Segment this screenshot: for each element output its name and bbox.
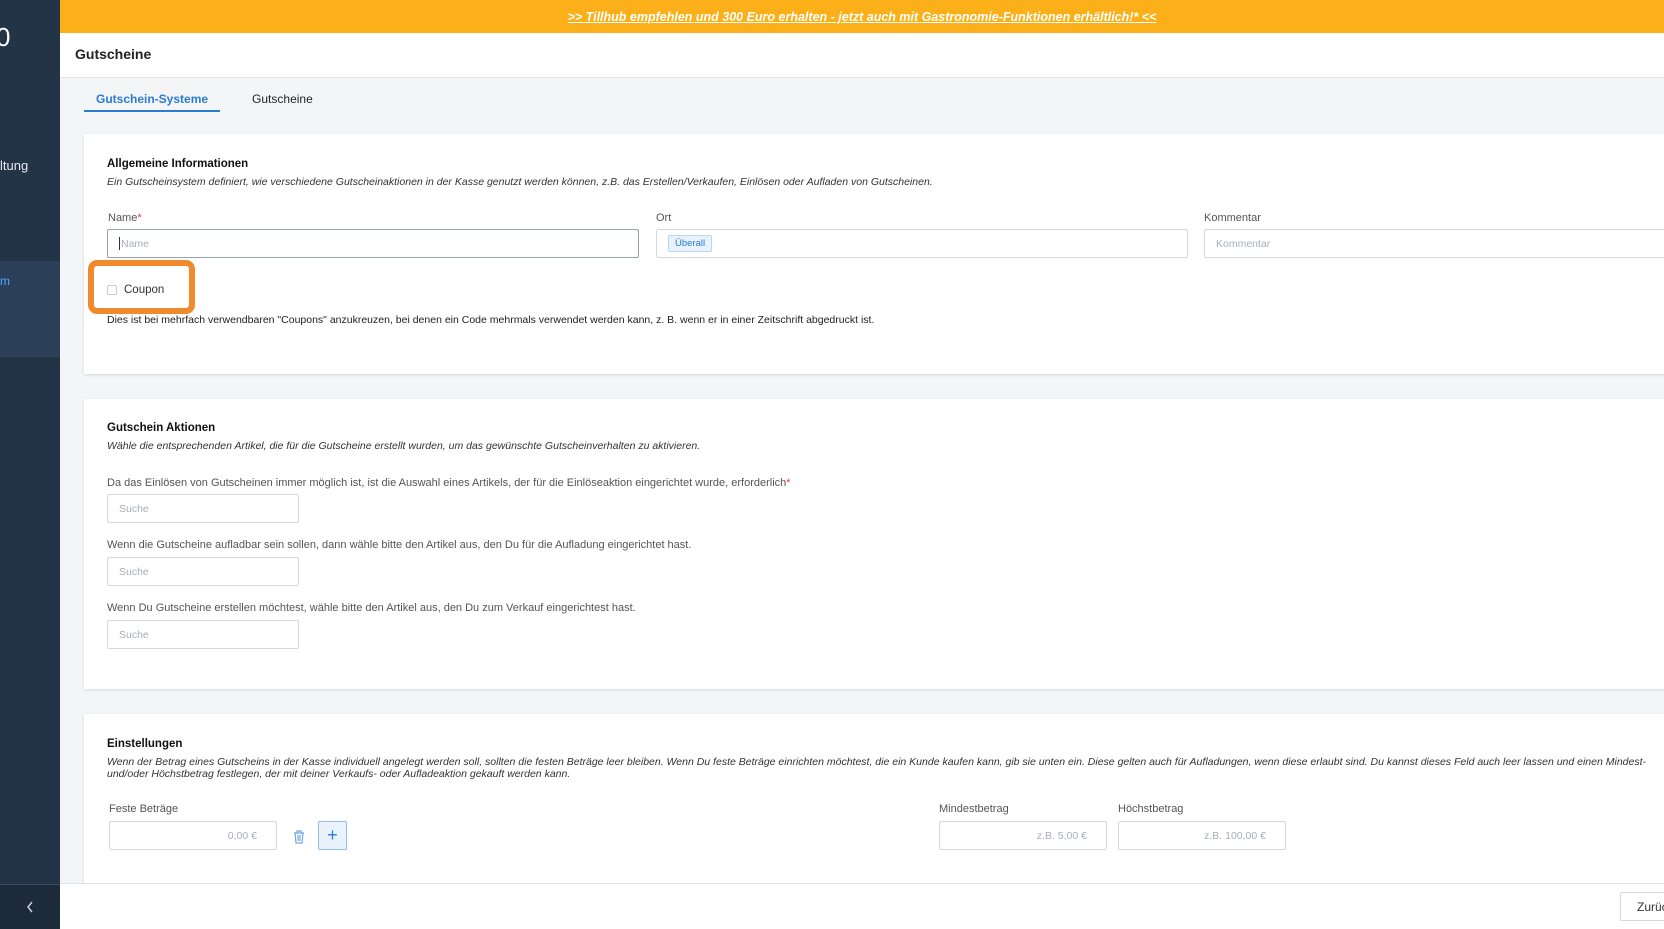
settings-card: Einstellungen Wenn der Betrag eines Guts… [84,714,1664,884]
general-info-title: Allgemeine Informationen [107,158,249,170]
voucher-actions-card: Gutschein Aktionen Wähle die entsprechen… [84,399,1664,689]
add-amount-button[interactable]: + [318,821,347,850]
tab-voucher-systems[interactable]: Gutschein-Systeme [84,88,221,112]
fixed-amounts-label: Feste Beträge [109,803,179,815]
sidebar: 0 ltung m [0,0,60,929]
trash-icon[interactable] [291,828,307,844]
page-footer: Zurück [60,883,1664,929]
promo-banner: >> Tillhub empfehlen und 300 Euro erhalt… [60,0,1664,33]
location-select[interactable]: Überall [656,229,1188,258]
topup-label: Wenn die Gutscheine aufladbar sein solle… [107,539,692,551]
page-header: Gutscheine ( [60,33,1664,78]
topup-article-search[interactable]: Suche [107,557,299,586]
name-input[interactable]: Name [107,229,639,258]
settings-title: Einstellungen [107,738,183,750]
sidebar-active-item-label: m [0,274,10,288]
name-label: Name* [108,212,142,224]
general-info-description: Ein Gutscheinsystem definiert, wie versc… [107,176,933,188]
tab-bar: Gutschein-Systeme Gutscheine [84,88,325,112]
tab-vouchers[interactable]: Gutscheine [240,88,325,112]
back-button[interactable]: Zurück [1620,892,1664,921]
coupon-hint: Dies ist bei mehrfach verwendbaren "Coup… [107,314,875,326]
location-tag[interactable]: Überall [668,235,713,252]
settings-description: Wenn der Betrag eines Gutscheins in der … [107,756,1647,780]
redeem-label: Da das Einlösen von Gutscheinen immer mö… [107,477,791,489]
comment-input[interactable]: Kommentar [1204,229,1664,258]
coupon-checkbox[interactable] [107,285,117,295]
min-amount-input[interactable]: z.B. 5,00 € [939,821,1107,850]
coupon-label[interactable]: Coupon [124,284,164,296]
max-amount-label: Höchstbetrag [1118,803,1184,815]
promo-link[interactable]: >> Tillhub empfehlen und 300 Euro erhalt… [568,10,1157,24]
voucher-actions-title: Gutschein Aktionen [107,422,216,434]
logo: 0 [0,22,11,52]
sidebar-item-management[interactable]: ltung [0,158,28,173]
min-amount-label: Mindestbetrag [939,803,1009,815]
comment-label: Kommentar [1204,212,1261,224]
general-info-card: Allgemeine Informationen Ein Gutscheinsy… [84,134,1664,374]
fixed-amount-input[interactable]: 0,00 € [109,821,277,850]
chevron-left-icon [27,901,33,913]
plus-icon: + [327,825,338,845]
location-label: Ort [656,212,672,224]
create-article-search[interactable]: Suche [107,620,299,649]
coupon-checkbox-row[interactable]: Coupon [107,284,164,296]
create-label: Wenn Du Gutscheine erstellen möchtest, w… [107,602,636,614]
sidebar-collapse-button[interactable] [0,884,60,929]
redeem-article-search[interactable]: Suche [107,494,299,523]
voucher-actions-description: Wähle die entsprechenden Artikel, die fü… [107,440,701,452]
max-amount-input[interactable]: z.B. 100,00 € [1118,821,1286,850]
page-title: Gutscheine [75,46,152,62]
